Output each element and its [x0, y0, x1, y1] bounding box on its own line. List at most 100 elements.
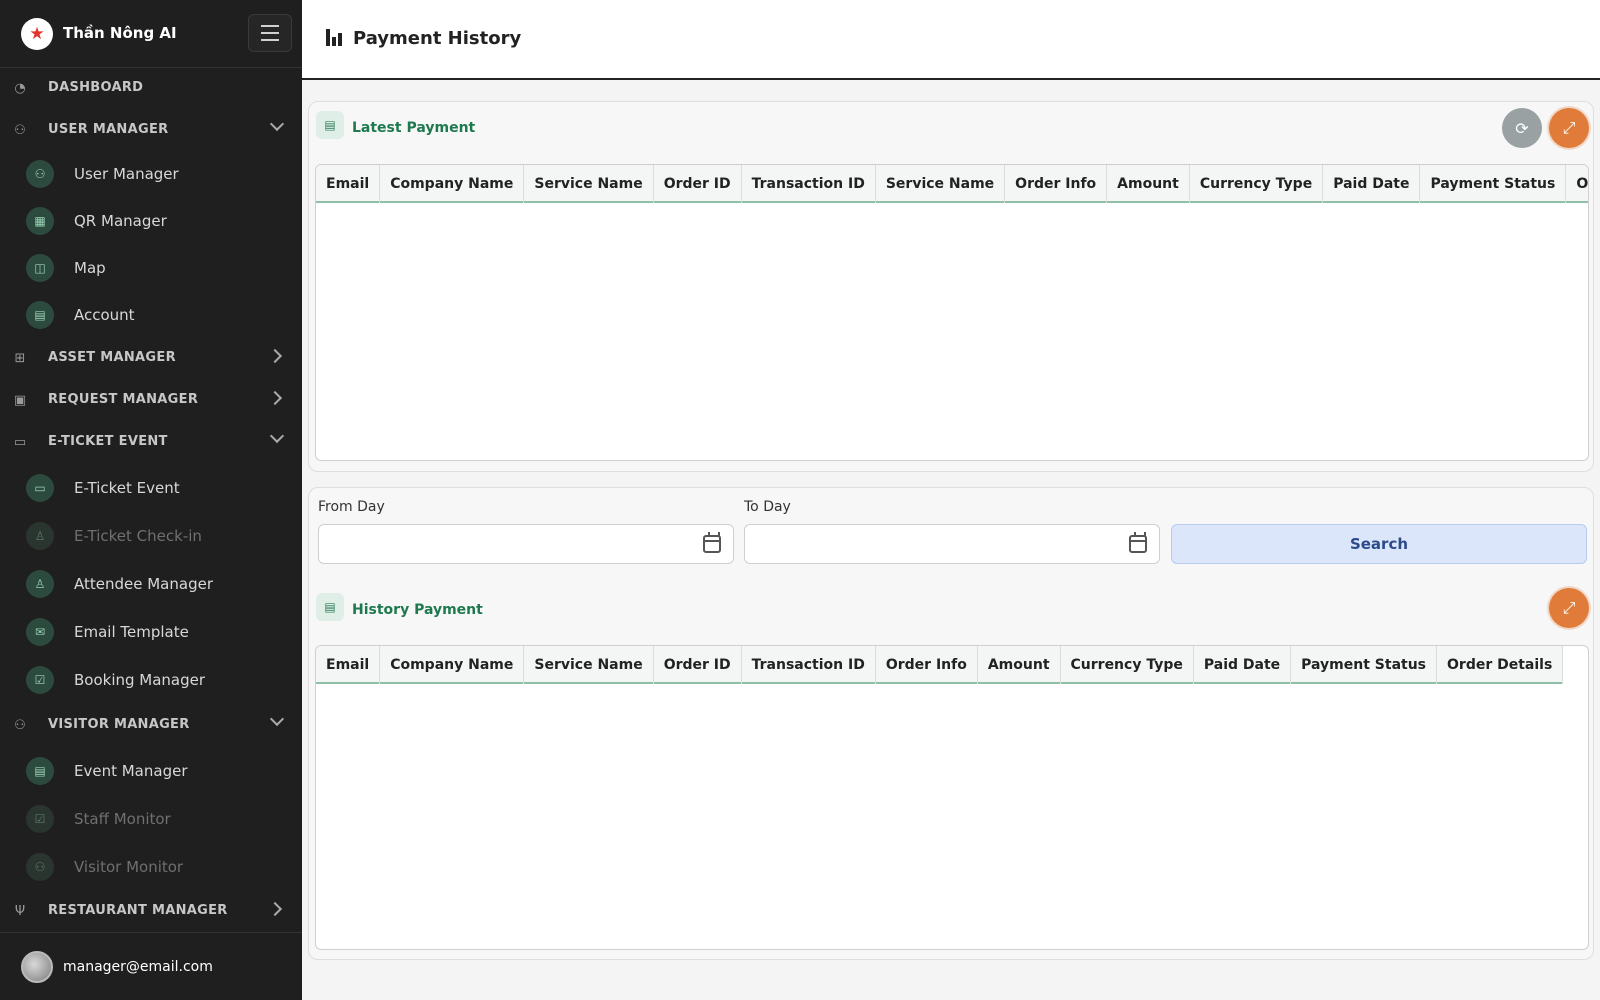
nav-request-manager[interactable]: ▣ REQUEST MANAGER	[0, 380, 302, 420]
sidebar-item-label: E-Ticket Check-in	[74, 527, 202, 545]
sidebar-item-label: Visitor Monitor	[74, 858, 184, 876]
sidebar-item-email-template[interactable]: ✉ Email Template	[0, 610, 302, 654]
column-header[interactable]: Order ID	[654, 165, 742, 203]
column-header[interactable]: Payment Status	[1291, 646, 1438, 684]
user-profile[interactable]: manager@email.com	[0, 932, 302, 1000]
nav-asset-manager-label: ASSET MANAGER	[48, 350, 176, 365]
page-header: Payment History	[302, 0, 1600, 80]
nav-dashboard[interactable]: ◔ DASHBOARD	[0, 68, 302, 108]
table-header: Email Company Name Service Name Order ID Tra…	[316, 165, 1588, 203]
sidebar-item-booking-manager[interactable]: ☑ Booking Manager	[0, 658, 302, 702]
sidebar-item-eticket-checkin[interactable]: ♙ E-Ticket Check-in	[0, 514, 302, 558]
chevron-right-icon	[267, 348, 283, 364]
id-card-icon: ▤	[26, 301, 54, 329]
brand-bar: ★ Thần Nông AI	[0, 0, 302, 68]
table-header: Email Company Name Service Name Order ID Tra…	[316, 646, 1564, 684]
nav-eticket-event[interactable]: ▭ E-TICKET EVENT	[0, 422, 302, 462]
column-header[interactable]: Email	[316, 165, 381, 203]
mail-icon: ✉	[26, 618, 54, 646]
ticket-icon: ▭	[26, 474, 54, 502]
sidebar-item-user-manager[interactable]: ⚇ User Manager	[0, 152, 302, 196]
nav-visitor-manager-label: VISITOR MANAGER	[48, 717, 190, 732]
brand-name: Thần Nông AI	[63, 24, 177, 42]
column-header[interactable]: Company Name	[380, 646, 525, 684]
sidebar-item-visitor-monitor[interactable]: ⚇ Visitor Monitor	[0, 845, 302, 889]
sidebar-item-event-manager[interactable]: ▤ Event Manager	[0, 749, 302, 793]
column-header[interactable]: Order Info	[876, 646, 978, 684]
chevron-right-icon	[267, 390, 283, 406]
user-check-icon: ♙	[26, 522, 54, 550]
column-header[interactable]: Email	[316, 646, 381, 684]
nav-user-manager[interactable]: ⚇ USER MANAGER	[0, 110, 302, 150]
column-header[interactable]: Service Name	[524, 165, 654, 203]
refresh-button[interactable]: ⟳	[1502, 108, 1542, 148]
column-header[interactable]: Currency Type	[1061, 646, 1194, 684]
sidebar-item-label: Staff Monitor	[74, 810, 171, 828]
utensils-icon: Ψ	[14, 903, 26, 919]
sidebar-item-label: User Manager	[74, 165, 179, 183]
from-day-input[interactable]	[318, 524, 734, 564]
column-header[interactable]: Paid Date	[1194, 646, 1292, 684]
qr-code-icon: ▦	[26, 207, 54, 235]
column-header[interactable]: Order ID	[654, 646, 742, 684]
column-header[interactable]: Transaction ID	[742, 646, 876, 684]
calendar-icon[interactable]	[1129, 532, 1147, 553]
expand-button[interactable]: ⤢	[1549, 108, 1589, 148]
latest-payment-card: ▤ Latest Payment ⟳ ⤢ Email Company Name Se…	[308, 101, 1594, 472]
gauge-icon: ◔	[14, 80, 26, 96]
sidebar-item-staff-monitor[interactable]: ☑ Staff Monitor	[0, 797, 302, 841]
column-header[interactable]: Amount	[1107, 165, 1190, 203]
nav-visitor-manager[interactable]: ⚇ VISITOR MANAGER	[0, 705, 302, 745]
column-header[interactable]: Service Name	[524, 646, 654, 684]
sidebar-item-label: Booking Manager	[74, 671, 206, 689]
calendar-check-icon: ☑	[26, 666, 54, 694]
column-header[interactable]: Order Info	[1005, 165, 1108, 203]
bar-chart-icon	[326, 29, 344, 46]
column-header[interactable]: Currency Type	[1190, 165, 1324, 203]
column-header[interactable]: Amount	[978, 646, 1061, 684]
card-list-icon: ▤	[316, 593, 344, 621]
sidebar-nav: ◔ DASHBOARD ⚇ USER MANAGER ⚇ User Manage…	[0, 68, 302, 932]
avatar	[21, 951, 53, 983]
sidebar-item-eticket-event[interactable]: ▭ E-Ticket Event	[0, 466, 302, 510]
search-button[interactable]: Search	[1171, 524, 1587, 564]
chevron-down-icon	[269, 711, 285, 727]
column-header[interactable]: Company Name	[380, 165, 525, 203]
nav-request-manager-label: REQUEST MANAGER	[48, 392, 199, 407]
sidebar-item-account[interactable]: ▤ Account	[0, 293, 302, 337]
from-day-label: From Day	[318, 499, 385, 515]
column-header[interactable]: Transaction ID	[742, 165, 876, 203]
sidebar-item-attendee-manager[interactable]: ♙ Attendee Manager	[0, 562, 302, 606]
column-header[interactable]: Payment Status	[1420, 165, 1567, 203]
column-header[interactable]: Service Name	[876, 165, 1006, 203]
to-day-input[interactable]	[744, 524, 1160, 564]
map-icon: ◫	[26, 254, 54, 282]
expand-button[interactable]: ⤢	[1549, 588, 1589, 628]
menu-toggle-button[interactable]	[248, 14, 292, 52]
latest-payment-title: Latest Payment	[352, 120, 476, 136]
to-day-label: To Day	[744, 499, 791, 515]
sidebar-item-map[interactable]: ◫ Map	[0, 246, 302, 290]
sitemap-icon: ⊞	[14, 350, 26, 366]
column-header[interactable]: Order Details	[1437, 646, 1564, 684]
users-icon: ⚇	[26, 160, 54, 188]
sidebar-item-qr-manager[interactable]: ▦ QR Manager	[0, 199, 302, 243]
nav-asset-manager[interactable]: ⊞ ASSET MANAGER	[0, 338, 302, 378]
nav-eticket-label: E-TICKET EVENT	[48, 434, 168, 449]
nav-restaurant-manager-label: RESTAURANT MANAGER	[48, 903, 228, 918]
calendar-icon[interactable]	[703, 532, 721, 553]
sidebar-item-label: QR Manager	[74, 212, 167, 230]
users-icon: ⚇	[14, 122, 26, 138]
calendar-check-icon: ☑	[26, 805, 54, 833]
sidebar-item-label: E-Ticket Event	[74, 479, 180, 497]
column-header[interactable]: Paid Date	[1323, 165, 1421, 203]
nav-user-manager-label: USER MANAGER	[48, 122, 169, 137]
column-header[interactable]: Order Details	[1566, 165, 1588, 203]
history-payment-table: Email Company Name Service Name Order ID Tra…	[315, 645, 1589, 950]
chevron-down-icon	[269, 428, 285, 444]
sidebar-item-label: Attendee Manager	[74, 575, 213, 593]
users-icon: ⚇	[26, 853, 54, 881]
history-payment-card: From Day To Day Search ▤ History Payment…	[308, 487, 1594, 960]
chevron-right-icon	[267, 901, 283, 917]
nav-restaurant-manager[interactable]: Ψ RESTAURANT MANAGER	[0, 891, 302, 931]
